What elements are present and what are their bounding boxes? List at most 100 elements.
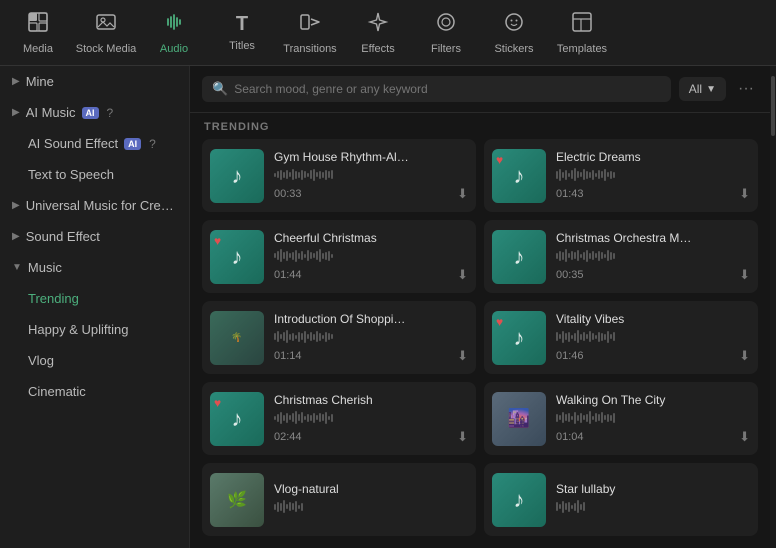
sidebar-mine-label: Mine [26, 74, 54, 89]
music-card-cheerful-christmas[interactable]: ♥ ♪ Cheerful Christmas 01:44 ⬇ [202, 220, 476, 293]
music-card-intro-shopping[interactable]: 🌴 Introduction Of Shoppi… 01:14 ⬇ [202, 301, 476, 374]
sidebar-item-ai-sound-effect[interactable]: AI Sound Effect AI ? [0, 128, 189, 159]
main-layout: ▶ Mine ▶ AI Music AI ? AI Sound Effect A… [0, 66, 776, 548]
nav-effects[interactable]: Effects [344, 3, 412, 63]
photo-placeholder: 🌿 [227, 490, 247, 510]
sidebar-item-text-to-speech[interactable]: Text to Speech [0, 159, 189, 190]
sidebar-item-sound-effect[interactable]: ▶ Sound Effect [0, 221, 189, 252]
download-icon[interactable]: ⬇ [457, 267, 468, 283]
music-card-christmas-cherish[interactable]: ♥ ♪ Christmas Cherish 02:44 ⬇ [202, 382, 476, 455]
album-thumb: 🌆 [492, 392, 546, 446]
download-icon[interactable]: ⬇ [739, 429, 750, 445]
nav-titles-label: Titles [229, 40, 255, 52]
nav-filters-label: Filters [431, 43, 461, 55]
nav-filters[interactable]: Filters [412, 3, 480, 63]
nav-stickers[interactable]: Stickers [480, 3, 548, 63]
photo-placeholder: 🌴 [229, 330, 244, 345]
nav-stickers-label: Stickers [494, 43, 533, 55]
music-info: Walking On The City 01:04 ⬇ [556, 393, 750, 445]
sidebar-item-trending[interactable]: Trending [0, 283, 189, 314]
sidebar-item-happy-uplifting[interactable]: Happy & Uplifting [0, 314, 189, 345]
music-card-gym-house[interactable]: ♪ Gym House Rhythm-Al… 00:33 ⬇ [202, 139, 476, 212]
album-thumb: ♥ ♪ [210, 230, 264, 284]
music-card-walking-city[interactable]: 🌆 Walking On The City 01:04 ⬇ [484, 382, 758, 455]
album-thumb: ♥ ♪ [492, 149, 546, 203]
sidebar-group-music[interactable]: ▼ Music [0, 252, 189, 283]
sidebar-sound-effect-label: Sound Effect [26, 229, 100, 244]
music-meta: 01:44 ⬇ [274, 267, 468, 283]
music-meta: 01:43 ⬇ [556, 186, 750, 202]
album-thumb: ♥ ♪ [210, 392, 264, 446]
duration: 00:33 [274, 188, 302, 200]
photo-placeholder: 🌆 [508, 408, 530, 429]
ai-badge: AI [124, 138, 141, 150]
sidebar-item-mine[interactable]: ▶ Mine [0, 66, 189, 97]
nav-stock-media[interactable]: Stock Media [72, 3, 140, 63]
sidebar-ai-sound-label: AI Sound Effect [28, 136, 118, 151]
download-icon[interactable]: ⬇ [457, 348, 468, 364]
chevron-right-icon: ▶ [12, 200, 20, 211]
music-info: Vitality Vibes 01:46 ⬇ [556, 312, 750, 364]
music-card-electric-dreams[interactable]: ♥ ♪ Electric Dreams 01:43 ⬇ [484, 139, 758, 212]
sidebar-music-label: Music [28, 260, 62, 275]
nav-transitions[interactable]: Transitions [276, 3, 344, 63]
download-icon[interactable]: ⬇ [739, 348, 750, 364]
waveform [274, 500, 468, 514]
music-note-icon: ♪ [514, 163, 525, 189]
nav-stock-media-label: Stock Media [76, 43, 137, 55]
album-thumb: ♪ [492, 473, 546, 527]
sidebar-trending-label: Trending [28, 291, 79, 306]
music-info: Gym House Rhythm-Al… 00:33 ⬇ [274, 150, 468, 202]
nav-titles[interactable]: T Titles [208, 3, 276, 63]
download-icon[interactable]: ⬇ [457, 186, 468, 202]
music-title: Walking On The City [556, 393, 750, 407]
music-card-star-lullaby[interactable]: ♪ Star lullaby [484, 463, 758, 536]
audio-icon [163, 11, 185, 39]
duration: 01:14 [274, 350, 302, 362]
more-options-button[interactable]: ··· [734, 76, 758, 102]
sidebar-happy-label: Happy & Uplifting [28, 322, 128, 337]
scrollbar-thumb[interactable] [771, 76, 775, 136]
scrollbar-track[interactable] [770, 66, 776, 548]
music-card-vitality-vibes[interactable]: ♥ ♪ Vitality Vibes 01:46 ⬇ [484, 301, 758, 374]
music-note-icon: ♪ [232, 406, 243, 432]
album-thumb: ♪ [210, 149, 264, 203]
waveform [274, 249, 468, 263]
waveform [556, 249, 750, 263]
sidebar-item-universal-music[interactable]: ▶ Universal Music for Cre… [0, 190, 189, 221]
music-card-christmas-orchestra[interactable]: ♪ Christmas Orchestra M… 00:35 ⬇ [484, 220, 758, 293]
sidebar-item-vlog[interactable]: Vlog [0, 345, 189, 376]
music-title: Vitality Vibes [556, 312, 750, 326]
nav-templates[interactable]: Templates [548, 3, 616, 63]
music-title: Introduction Of Shoppi… [274, 312, 468, 326]
download-icon[interactable]: ⬇ [739, 186, 750, 202]
filter-label: All [689, 82, 702, 96]
trending-section-label: TRENDING [190, 113, 770, 139]
waveform [274, 411, 468, 425]
filter-button[interactable]: All ▼ [679, 77, 726, 101]
download-icon[interactable]: ⬇ [457, 429, 468, 445]
ai-badge: AI [82, 107, 99, 119]
nav-audio[interactable]: Audio [140, 3, 208, 63]
chevron-right-icon: ▶ [12, 76, 20, 87]
nav-audio-label: Audio [160, 43, 188, 55]
search-input-wrap[interactable]: 🔍 [202, 76, 671, 102]
content-area: 🔍 All ▼ ··· TRENDING ♪ Gym House Rhythm-… [190, 66, 770, 548]
transitions-icon [299, 11, 321, 39]
album-thumb: 🌿 [210, 473, 264, 527]
search-input[interactable] [234, 82, 661, 96]
music-info: Cheerful Christmas 01:44 ⬇ [274, 231, 468, 283]
stock-media-icon [95, 11, 117, 39]
sidebar-item-cinematic[interactable]: Cinematic [0, 376, 189, 407]
waveform [556, 500, 750, 514]
sidebar-item-ai-music[interactable]: ▶ AI Music AI ? [0, 97, 189, 128]
music-info: Christmas Cherish 02:44 ⬇ [274, 393, 468, 445]
nav-media-label: Media [23, 43, 53, 55]
sidebar-vlog-label: Vlog [28, 353, 54, 368]
chevron-right-icon: ▶ [12, 107, 20, 118]
download-icon[interactable]: ⬇ [739, 267, 750, 283]
heart-icon: ♥ [496, 315, 503, 329]
music-info: Electric Dreams 01:43 ⬇ [556, 150, 750, 202]
music-card-vlog-natural[interactable]: 🌿 Vlog-natural [202, 463, 476, 536]
nav-media[interactable]: Media [4, 3, 72, 63]
